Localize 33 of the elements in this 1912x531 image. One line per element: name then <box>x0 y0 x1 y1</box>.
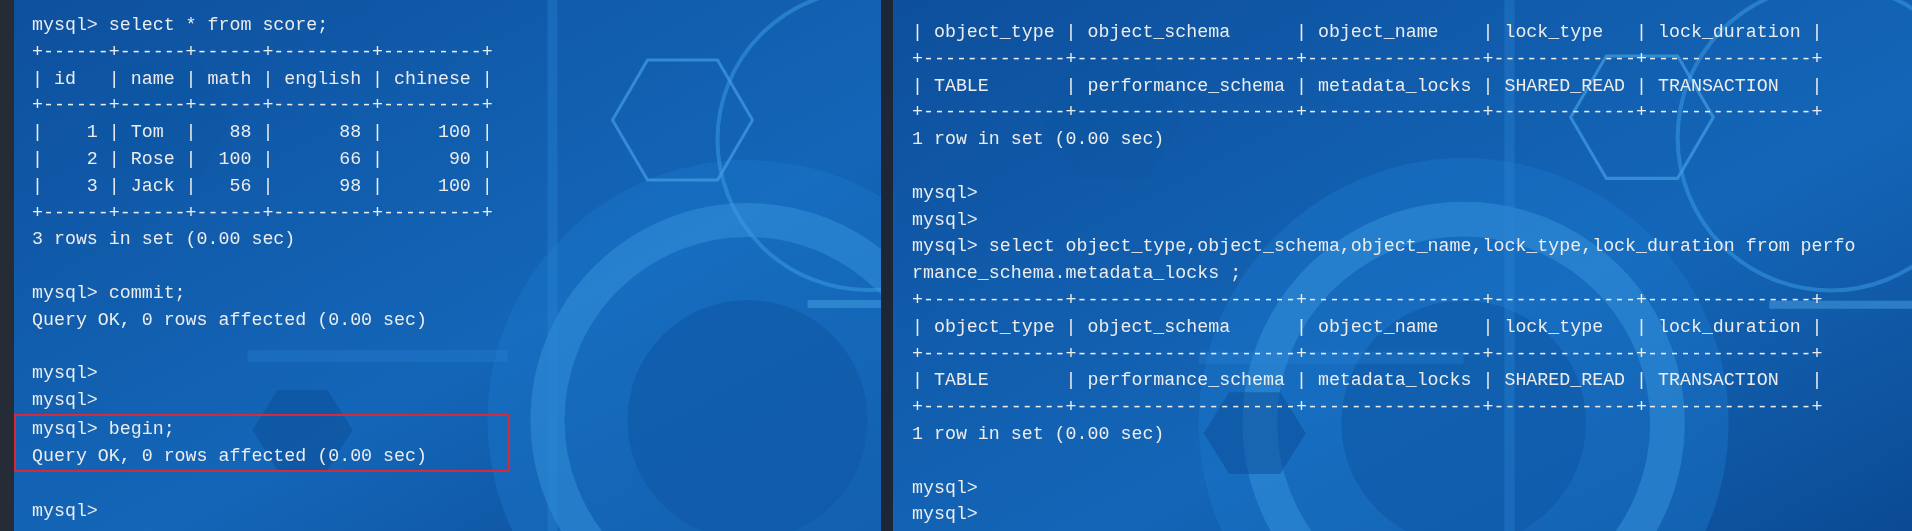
terminal-line: mysql> begin; <box>32 417 176 441</box>
terminal-line: | TABLE | performance_schema | metadata_locks | SHARED_READ | TRANSACTION | <box>912 74 1824 98</box>
terminal-line: | object_type | object_schema | object_name | lock_type | lock_duration | <box>912 21 1824 44</box>
terminal-line: | id | name | math | english | chinese | <box>32 67 494 91</box>
terminal-line: 1 row in set (0.00 sec) <box>912 422 1166 446</box>
terminal-line: +-------------+--------------------+----------------+-------------+---------------+ <box>912 101 1824 125</box>
terminal-line: 1 row in set (0.00 sec) <box>912 128 1166 152</box>
terminal-line: mysql> <box>912 476 979 500</box>
terminal-line: mysql> select object_type,object_schema,object_name,lock_type,lock_duration from perfo <box>912 235 1857 259</box>
terminal-line: mysql> <box>912 503 979 527</box>
terminal-line: | 3 | Jack | 56 | 98 | 100 | <box>32 174 494 198</box>
terminal-line: Query OK, 0 rows affected (0.00 sec) <box>32 308 428 332</box>
terminal-line: +-------------+--------------------+----------------+-------------+---------------+ <box>912 47 1824 71</box>
terminal-line: | object_type | object_schema | object_name | lock_type | lock_duration | <box>912 315 1824 339</box>
terminal-line: | TABLE | performance_schema | metadata_locks | SHARED_READ | TRANSACTION | <box>912 369 1824 393</box>
terminal-line: +------+------+------+---------+---------+ <box>32 40 494 64</box>
terminal-line: Query OK, 0 rows affected (0.00 sec) <box>32 444 428 468</box>
terminal-line: +------+------+------+---------+---------+ <box>32 201 494 225</box>
terminal-line: mysql> <box>912 181 979 205</box>
terminal-line: +-------------+--------------------+----------------+-------------+---------------+ <box>912 288 1824 312</box>
terminal-line: | 1 | Tom | 88 | 88 | 100 | <box>32 121 494 145</box>
terminal-line: +-------------+--------------------+----------------+-------------+---------------+ <box>912 342 1824 366</box>
terminal-line: mysql> <box>912 208 979 232</box>
terminal-line: mysql> <box>32 362 99 386</box>
terminal-line: mysql> <box>32 389 99 413</box>
terminal-line: mysql> commit; <box>32 281 187 305</box>
terminal-line: +-------------+--------------------+----------------+-------------+---------------+ <box>912 396 1824 420</box>
terminal-line: 3 rows in set (0.00 sec) <box>32 228 297 252</box>
terminal-line: mysql> select * from score; <box>32 14 330 37</box>
terminal-line: | 2 | Rose | 100 | 66 | 90 | <box>32 148 494 171</box>
terminal-line: mysql> <box>32 500 99 524</box>
terminal-line: rmance_schema.metadata_locks ; <box>912 262 1243 286</box>
terminal-line: +------+------+------+---------+---------+ <box>32 94 494 118</box>
